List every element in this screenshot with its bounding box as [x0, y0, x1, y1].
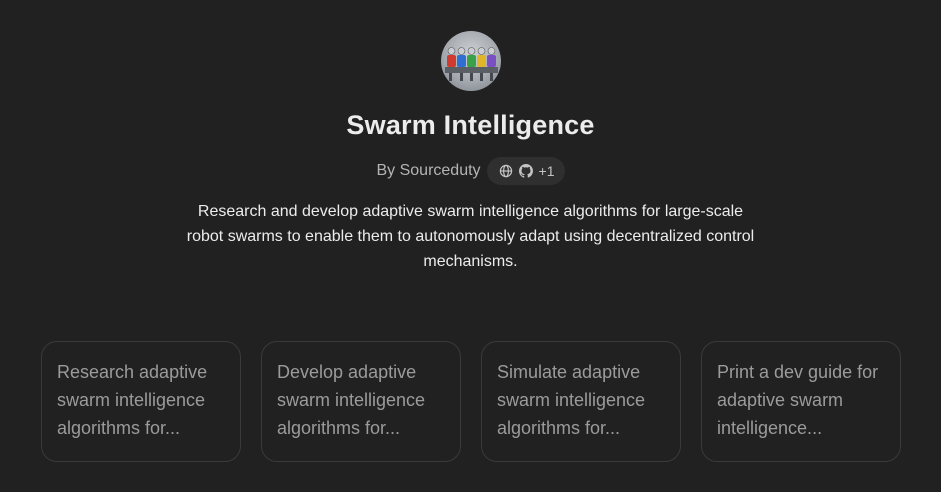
github-icon[interactable]	[518, 164, 533, 178]
author-name: By Sourceduty	[376, 162, 481, 179]
gpt-description: Research and develop adaptive swarm inte…	[186, 203, 755, 270]
social-links-pill[interactable]: +1	[486, 157, 565, 185]
starter-text: Research adaptive swarm intelligence alg…	[57, 362, 208, 438]
gpt-intro-page: Swarm Intelligence By Sourceduty +1 Rese…	[0, 0, 941, 492]
robot-swarm-avatar	[445, 47, 498, 81]
starter-card[interactable]: Print a dev guide for adaptive swarm int…	[701, 341, 901, 462]
globe-icon[interactable]	[499, 164, 513, 178]
gpt-byline: By Sourceduty +1	[0, 157, 941, 185]
gpt-title: Swarm Intelligence	[346, 110, 595, 140]
starter-card[interactable]: Research adaptive swarm intelligence alg…	[41, 341, 241, 462]
starter-text: Print a dev guide for adaptive swarm int…	[717, 362, 879, 438]
starter-card[interactable]: Develop adaptive swarm intelligence algo…	[261, 341, 461, 462]
starter-text: Simulate adaptive swarm intelligence alg…	[497, 362, 646, 438]
conversation-starters: Research adaptive swarm intelligence alg…	[41, 341, 901, 462]
more-links-count[interactable]: +1	[539, 163, 555, 179]
gpt-avatar	[441, 31, 501, 91]
starter-text: Develop adaptive swarm intelligence algo…	[277, 362, 426, 438]
starter-card[interactable]: Simulate adaptive swarm intelligence alg…	[481, 341, 681, 462]
